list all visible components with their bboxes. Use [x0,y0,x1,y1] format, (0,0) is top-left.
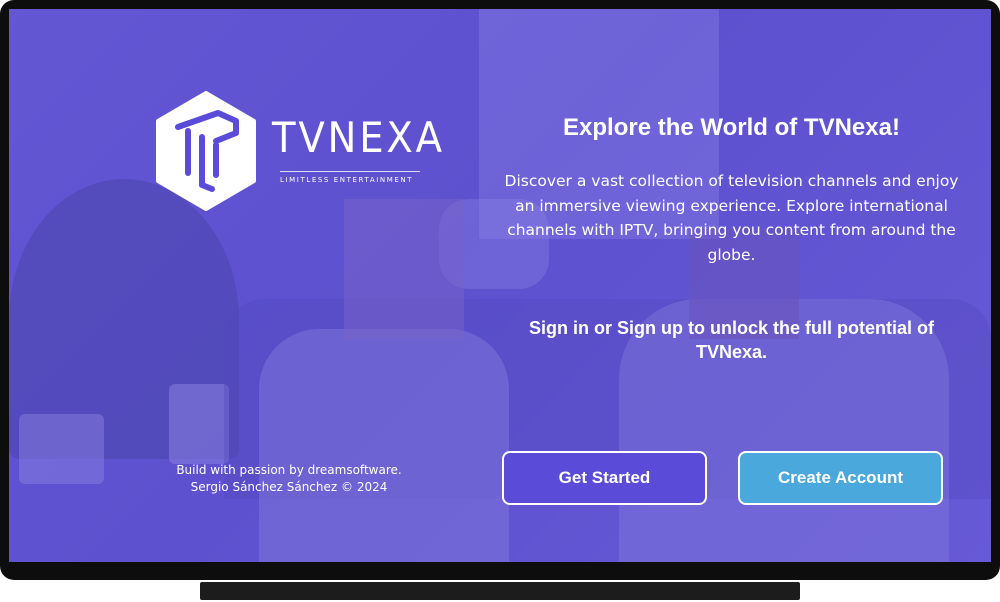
signin-prompt: Sign in or Sign up to unlock the full po… [529,318,934,362]
logo-wordmark: TVNEXA [272,113,445,162]
hero-description: Discover a vast collection of television… [504,172,959,264]
tvnexa-logo-icon [156,91,256,211]
footer-credits: Build with passion by dreamsoftware. Ser… [149,462,429,496]
tv-screen: TVNEXA LIMITLESS ENTERTAINMENT Explore t… [9,9,991,562]
logo-tagline: LIMITLESS ENTERTAINMENT [280,171,420,184]
tv-stand [200,582,800,600]
credit-line: Build with passion by dreamsoftware. [176,463,402,477]
get-started-button[interactable]: Get Started [502,451,707,505]
credit-line: Sergio Sánchez Sánchez © 2024 [190,480,388,494]
app-logo: TVNEXA LIMITLESS ENTERTAINMENT [154,91,444,211]
page-headline: Explore the World of TVNexa! [563,114,900,141]
create-account-button[interactable]: Create Account [738,451,943,505]
tv-frame: TVNEXA LIMITLESS ENTERTAINMENT Explore t… [0,0,1000,580]
